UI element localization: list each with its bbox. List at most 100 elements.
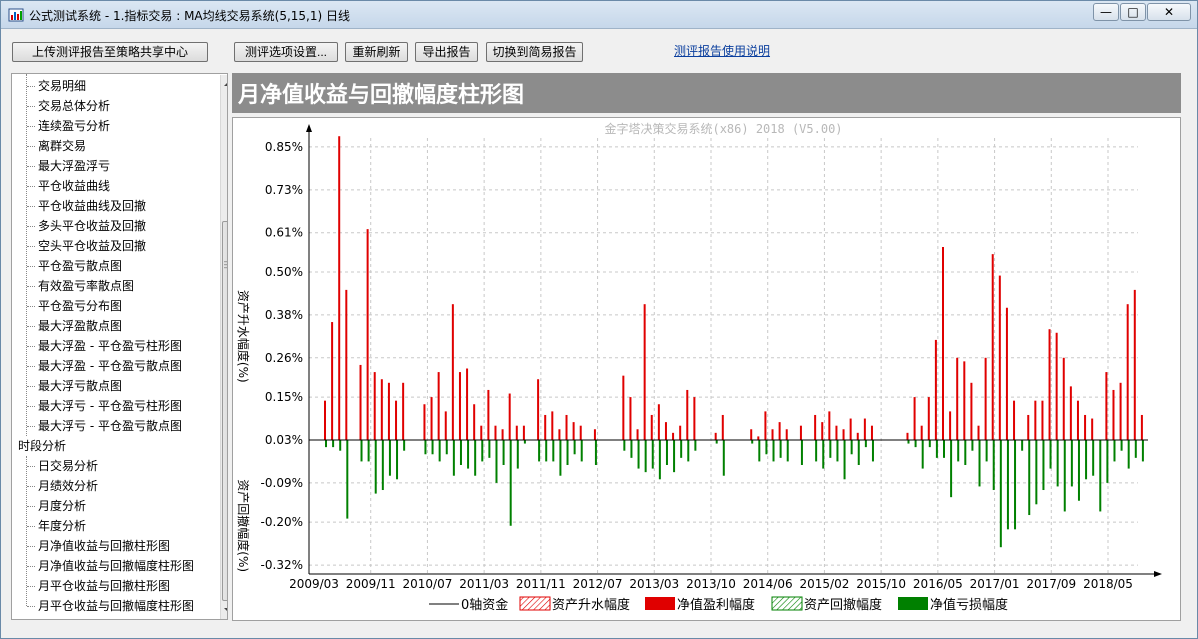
loss-bar bbox=[836, 439, 839, 462]
loss-bar bbox=[403, 439, 406, 451]
tree-line bbox=[27, 586, 35, 587]
gain-bar bbox=[856, 432, 859, 440]
loss-bar bbox=[935, 439, 938, 458]
loss-bar bbox=[495, 439, 498, 483]
scroll-up-icon[interactable] bbox=[224, 81, 227, 86]
tree-item[interactable]: 最大浮盈 - 平仓盈亏散点图 bbox=[38, 356, 182, 376]
loss-bar bbox=[594, 439, 597, 465]
tree-item[interactable]: 连续盈亏分析 bbox=[38, 116, 110, 136]
tree-item[interactable]: 月净值收益与回撤柱形图 bbox=[38, 536, 170, 556]
loss-bar bbox=[928, 439, 931, 448]
loss-bar bbox=[1099, 439, 1102, 512]
loss-bar bbox=[630, 439, 633, 458]
loss-bar bbox=[452, 439, 455, 476]
tree-item[interactable]: 月平仓收益与回撤柱形图 bbox=[38, 576, 170, 596]
gain-bar bbox=[345, 289, 348, 440]
loss-bar bbox=[502, 439, 505, 465]
x-tick-label: 2009/11 bbox=[346, 577, 396, 591]
tree-item[interactable]: 最大浮亏 - 平仓盈亏柱形图 bbox=[38, 396, 182, 416]
loss-bar bbox=[1056, 439, 1059, 487]
tree-item[interactable]: 最大浮盈散点图 bbox=[38, 316, 122, 336]
title-bar[interactable]: 公式测试系统 - 1.指标交易 : MA均线交易系统(5,15,1) 日线 — … bbox=[1, 1, 1197, 29]
tree-item[interactable]: 月绩效分析 bbox=[38, 476, 98, 496]
gain-bar bbox=[771, 429, 774, 440]
tree-item[interactable]: 平仓收益曲线及回撤 bbox=[38, 196, 146, 216]
minimize-button[interactable]: — bbox=[1093, 3, 1119, 21]
tree-line bbox=[27, 226, 35, 227]
loss-bar bbox=[722, 439, 725, 476]
tree-item[interactable]: 平仓盈亏分布图 bbox=[38, 296, 122, 316]
scroll-down-icon[interactable] bbox=[224, 608, 227, 613]
tree-item[interactable]: 最大浮盈 - 平仓盈亏柱形图 bbox=[38, 336, 182, 356]
gain-bar bbox=[956, 357, 959, 440]
scroll-thumb[interactable] bbox=[222, 221, 227, 601]
tree-item[interactable]: 空头平仓收益及回撤 bbox=[38, 236, 146, 256]
gain-bar bbox=[1048, 329, 1051, 440]
gain-bar bbox=[870, 425, 873, 440]
tree-item[interactable]: 有效盈亏率散点图 bbox=[38, 276, 134, 296]
legend-label: 0轴资金 bbox=[461, 597, 508, 613]
tree-line bbox=[27, 186, 35, 187]
loss-bar bbox=[1085, 439, 1088, 480]
tree-scrollbar[interactable]: ――― bbox=[220, 75, 227, 619]
tree-item[interactable]: 离群交易 bbox=[38, 136, 86, 156]
gain-bar bbox=[451, 304, 454, 440]
loss-bar bbox=[786, 439, 789, 462]
gain-bar bbox=[551, 411, 554, 440]
tree-item[interactable]: 平仓盈亏散点图 bbox=[38, 256, 122, 276]
loss-bar bbox=[1141, 439, 1144, 462]
gain-bar bbox=[657, 404, 660, 440]
legend-label: 净值盈利幅度 bbox=[677, 597, 755, 613]
close-button[interactable]: ✕ bbox=[1147, 3, 1191, 21]
loss-bar bbox=[850, 439, 853, 455]
gain-bar bbox=[1091, 418, 1094, 440]
gain-bar bbox=[515, 425, 518, 440]
gain-bar bbox=[373, 372, 376, 440]
tree-line bbox=[27, 606, 35, 607]
tree-item[interactable]: 月平仓收益与回撤幅度柱形图 bbox=[38, 596, 194, 616]
x-tick-label: 2016/05 bbox=[913, 577, 963, 591]
tree-item[interactable]: 最大浮亏散点图 bbox=[38, 376, 122, 396]
gain-bar bbox=[672, 432, 675, 440]
tree-item[interactable]: 年度分析 bbox=[38, 516, 86, 536]
y-axis-arrow bbox=[306, 124, 312, 132]
export-button[interactable]: 导出报告 bbox=[415, 42, 478, 62]
tree-line bbox=[27, 506, 35, 507]
upload-report-button[interactable]: 上传测评报告至策略共享中心 bbox=[12, 42, 208, 62]
tree-item[interactable]: 多头平仓收益及回撤 bbox=[38, 216, 146, 236]
y-tick-label: -0.09% bbox=[261, 476, 303, 490]
tree-item[interactable]: 月净值收益与回撤幅度柱形图 bbox=[38, 556, 194, 576]
gain-bar bbox=[764, 411, 767, 440]
gain-bar bbox=[359, 364, 362, 440]
loss-bar bbox=[1021, 439, 1024, 451]
gain-bar bbox=[814, 414, 817, 440]
loss-bar bbox=[644, 439, 647, 473]
legend-label: 净值亏损幅度 bbox=[930, 597, 1008, 613]
x-tick-label: 2014/06 bbox=[743, 577, 793, 591]
tree-item[interactable]: 交易总体分析 bbox=[38, 96, 110, 116]
gain-bar bbox=[913, 397, 916, 440]
simple-report-button[interactable]: 切换到简易报告 bbox=[486, 42, 583, 62]
gain-bar bbox=[991, 254, 994, 440]
loss-bar bbox=[950, 439, 953, 498]
tree-line bbox=[27, 566, 35, 567]
tree-line bbox=[27, 246, 35, 247]
x-tick-label: 2015/10 bbox=[856, 577, 906, 591]
refresh-button[interactable]: 重新刷新 bbox=[345, 42, 408, 62]
gain-bar bbox=[1027, 414, 1030, 440]
legend-label: 资产升水幅度 bbox=[552, 597, 630, 613]
gain-bar bbox=[778, 422, 781, 440]
tree-item[interactable]: 平仓收益曲线 bbox=[38, 176, 110, 196]
gain-bar bbox=[522, 425, 525, 440]
maximize-button[interactable]: □ bbox=[1120, 3, 1146, 21]
gain-bar bbox=[757, 436, 760, 440]
tree-item[interactable]: 日交易分析 bbox=[38, 456, 98, 476]
tree-item[interactable]: 最大浮盈浮亏 bbox=[38, 156, 110, 176]
tree-item[interactable]: 最大浮亏 - 平仓盈亏散点图 bbox=[38, 416, 182, 436]
tree-line bbox=[27, 206, 35, 207]
options-button[interactable]: 测评选项设置... bbox=[234, 42, 338, 62]
help-link[interactable]: 测评报告使用说明 bbox=[674, 42, 770, 59]
tree-group-period[interactable]: 时段分析 bbox=[18, 436, 66, 456]
tree-item[interactable]: 月度分析 bbox=[38, 496, 86, 516]
tree-item[interactable]: 交易明细 bbox=[38, 76, 86, 96]
